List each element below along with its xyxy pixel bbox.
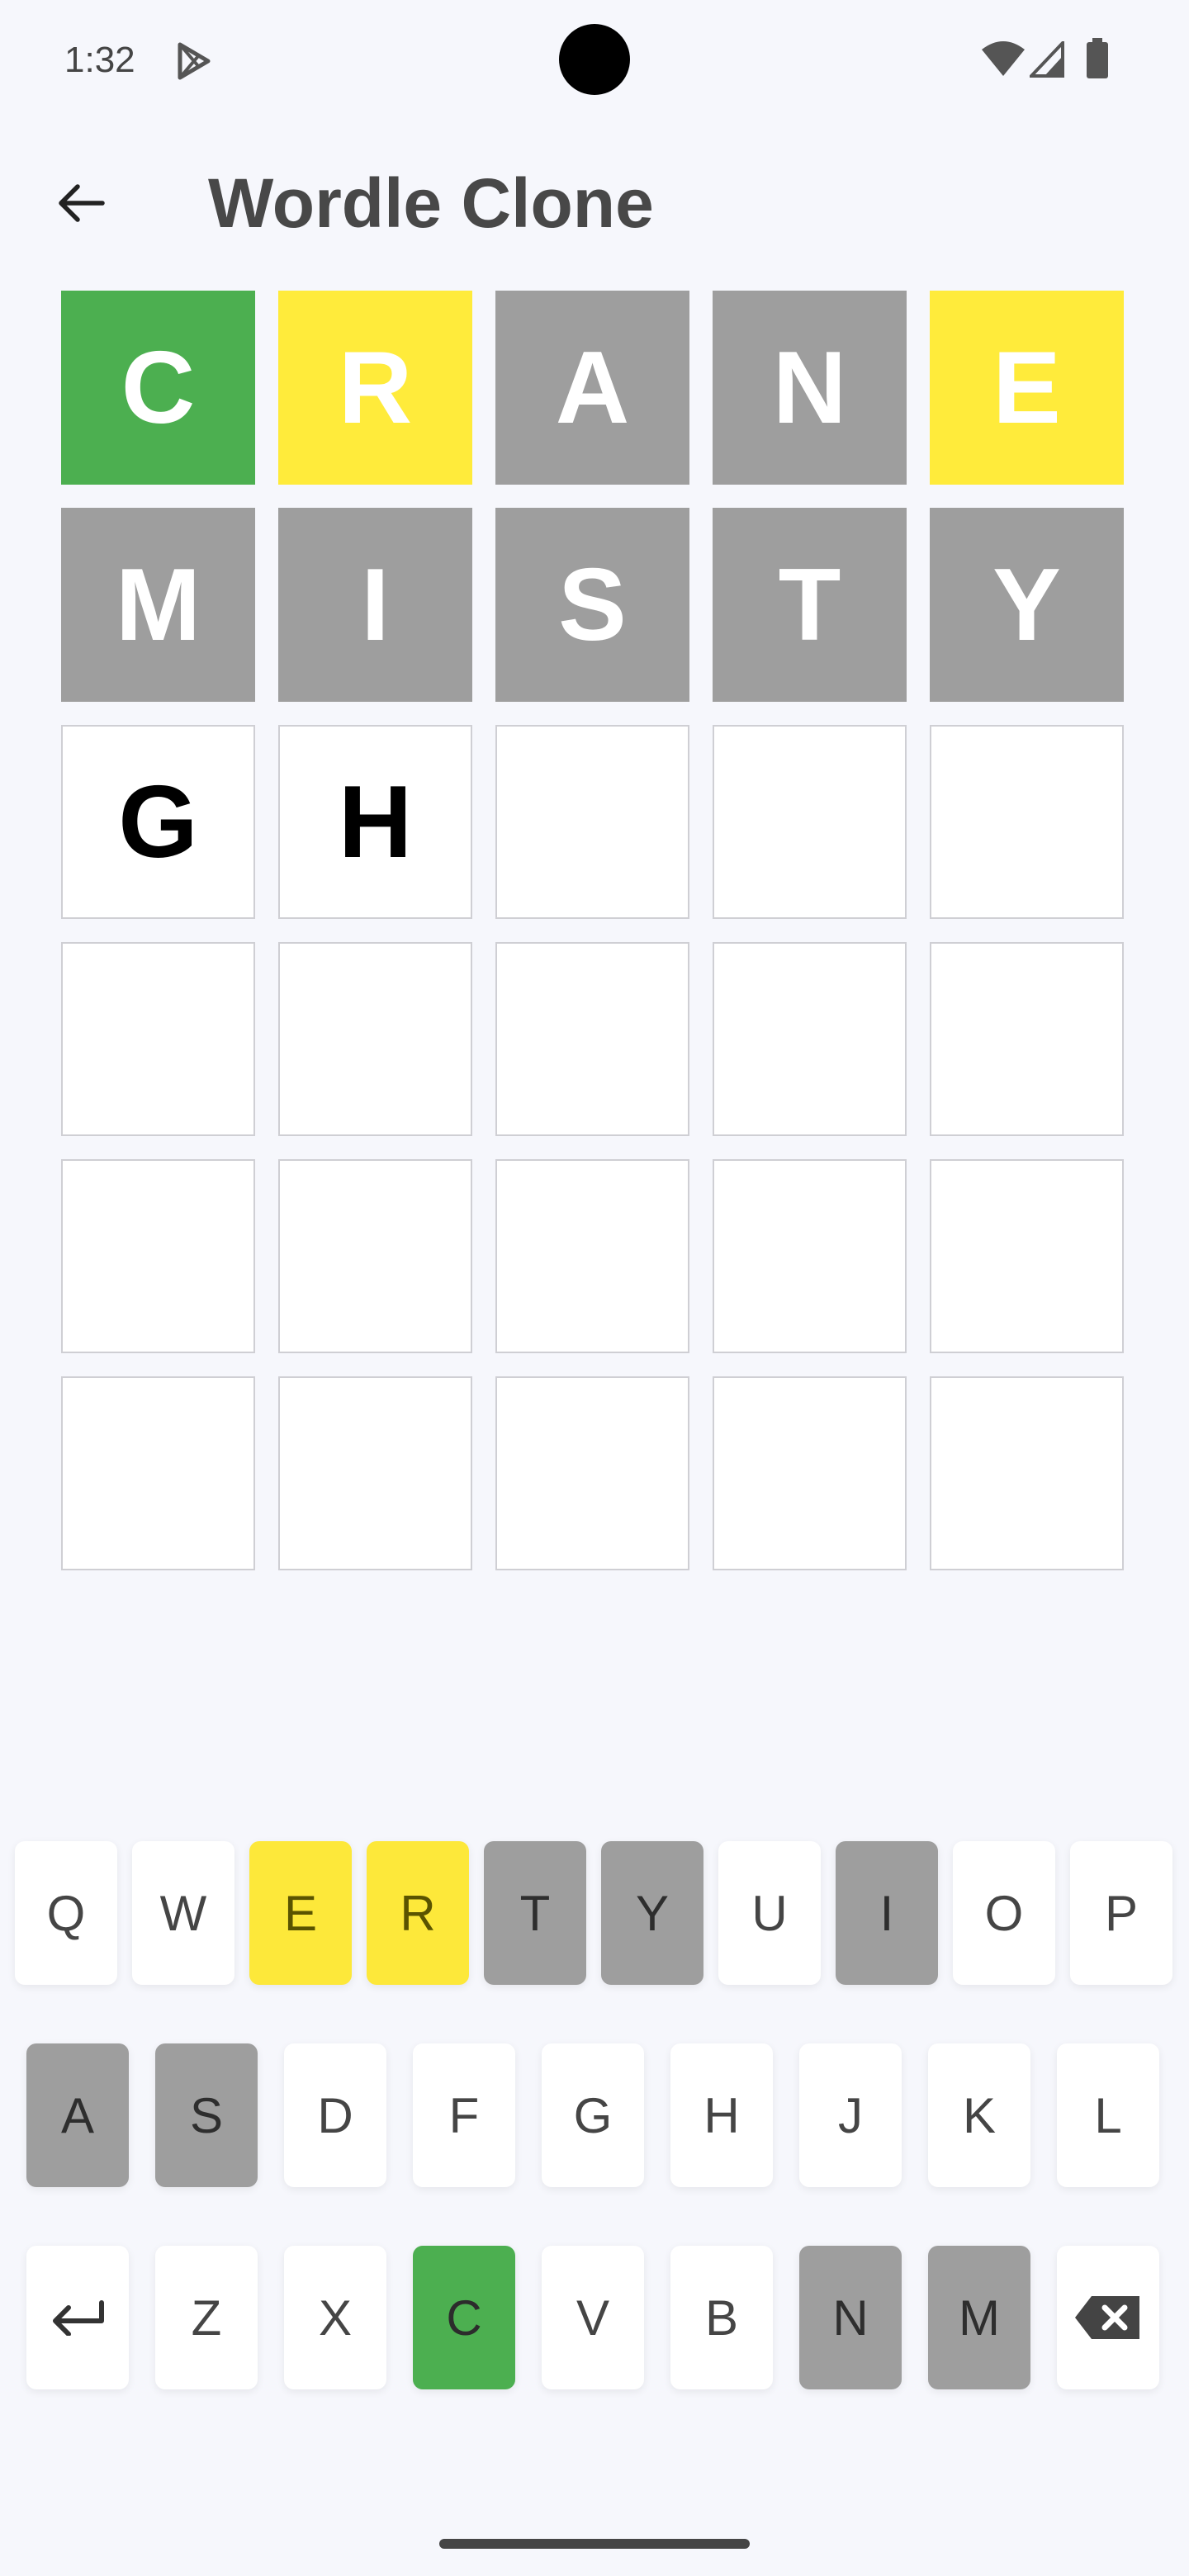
key-w[interactable]: W — [132, 1841, 234, 1985]
letter-tile — [930, 1376, 1124, 1570]
enter-key[interactable] — [26, 2246, 129, 2389]
key-h[interactable]: H — [670, 2043, 773, 2187]
status-time: 1:32 — [64, 40, 135, 80]
key-r[interactable]: R — [367, 1841, 469, 1985]
letter-tile: G — [61, 725, 255, 919]
status-bar: 1:32 — [0, 0, 1189, 124]
letter-tile: H — [278, 725, 472, 919]
board-row: CRANE — [61, 291, 1124, 485]
key-i[interactable]: I — [836, 1841, 938, 1985]
letter-tile: T — [713, 508, 907, 702]
key-n[interactable]: N — [799, 2246, 902, 2389]
keyboard-row: ZXCVBNM — [26, 2246, 1159, 2389]
back-button[interactable] — [48, 170, 114, 236]
play-store-icon — [178, 42, 211, 80]
letter-tile — [278, 1376, 472, 1570]
page-title: Wordle Clone — [208, 164, 654, 242]
key-z[interactable]: Z — [155, 2246, 258, 2389]
letter-tile: M — [61, 508, 255, 702]
key-c[interactable]: C — [413, 2246, 515, 2389]
app-bar: Wordle Clone — [0, 149, 1189, 248]
back-arrow-icon — [59, 184, 105, 222]
letter-tile — [713, 1159, 907, 1353]
letter-tile: N — [713, 291, 907, 485]
enter-icon — [53, 2300, 104, 2336]
backspace-icon — [1075, 2296, 1139, 2339]
letter-tile — [495, 1376, 689, 1570]
key-y[interactable]: Y — [601, 1841, 703, 1985]
letter-tile — [930, 725, 1124, 919]
letter-tile — [61, 1376, 255, 1570]
letter-tile — [713, 1376, 907, 1570]
key-s[interactable]: S — [155, 2043, 258, 2187]
key-x[interactable]: X — [284, 2246, 386, 2389]
key-u[interactable]: U — [718, 1841, 821, 1985]
key-b[interactable]: B — [670, 2246, 773, 2389]
key-f[interactable]: F — [413, 2043, 515, 2187]
letter-tile — [278, 942, 472, 1136]
letter-tile: C — [61, 291, 255, 485]
letter-tile — [495, 942, 689, 1136]
board-row — [61, 1159, 1124, 1353]
letter-tile — [930, 942, 1124, 1136]
letter-tile — [930, 1159, 1124, 1353]
key-a[interactable]: A — [26, 2043, 129, 2187]
battery-icon — [1087, 38, 1108, 78]
signal-icon — [1030, 41, 1064, 78]
letter-tile — [713, 725, 907, 919]
backspace-key[interactable] — [1057, 2246, 1159, 2389]
key-l[interactable]: L — [1057, 2043, 1159, 2187]
wifi-icon — [982, 41, 1025, 76]
key-d[interactable]: D — [284, 2043, 386, 2187]
key-k[interactable]: K — [928, 2043, 1030, 2187]
letter-tile — [495, 725, 689, 919]
camera-cutout — [559, 24, 630, 95]
key-o[interactable]: O — [953, 1841, 1055, 1985]
letter-tile: S — [495, 508, 689, 702]
key-t[interactable]: T — [484, 1841, 586, 1985]
letter-tile: R — [278, 291, 472, 485]
key-e[interactable]: E — [249, 1841, 352, 1985]
key-g[interactable]: G — [542, 2043, 644, 2187]
home-indicator[interactable] — [439, 2539, 750, 2549]
letter-tile — [713, 942, 907, 1136]
letter-tile: Y — [930, 508, 1124, 702]
board-row: GH — [61, 725, 1124, 919]
key-q[interactable]: Q — [15, 1841, 117, 1985]
letter-tile — [61, 942, 255, 1136]
letter-tile — [278, 1159, 472, 1353]
key-p[interactable]: P — [1070, 1841, 1172, 1985]
key-v[interactable]: V — [542, 2246, 644, 2389]
board-row — [61, 942, 1124, 1136]
letter-tile — [495, 1159, 689, 1353]
board-row — [61, 1376, 1124, 1570]
letter-tile: I — [278, 508, 472, 702]
letter-tile: A — [495, 291, 689, 485]
letter-tile: E — [930, 291, 1124, 485]
letter-tile — [61, 1159, 255, 1353]
game-board: CRANE MISTY GH — [61, 291, 1124, 1593]
key-m[interactable]: M — [928, 2246, 1030, 2389]
keyboard-row: QWERTYUIOP — [15, 1841, 1172, 1985]
board-row: MISTY — [61, 508, 1124, 702]
key-j[interactable]: J — [799, 2043, 902, 2187]
keyboard-row: ASDFGHJKL — [26, 2043, 1159, 2187]
